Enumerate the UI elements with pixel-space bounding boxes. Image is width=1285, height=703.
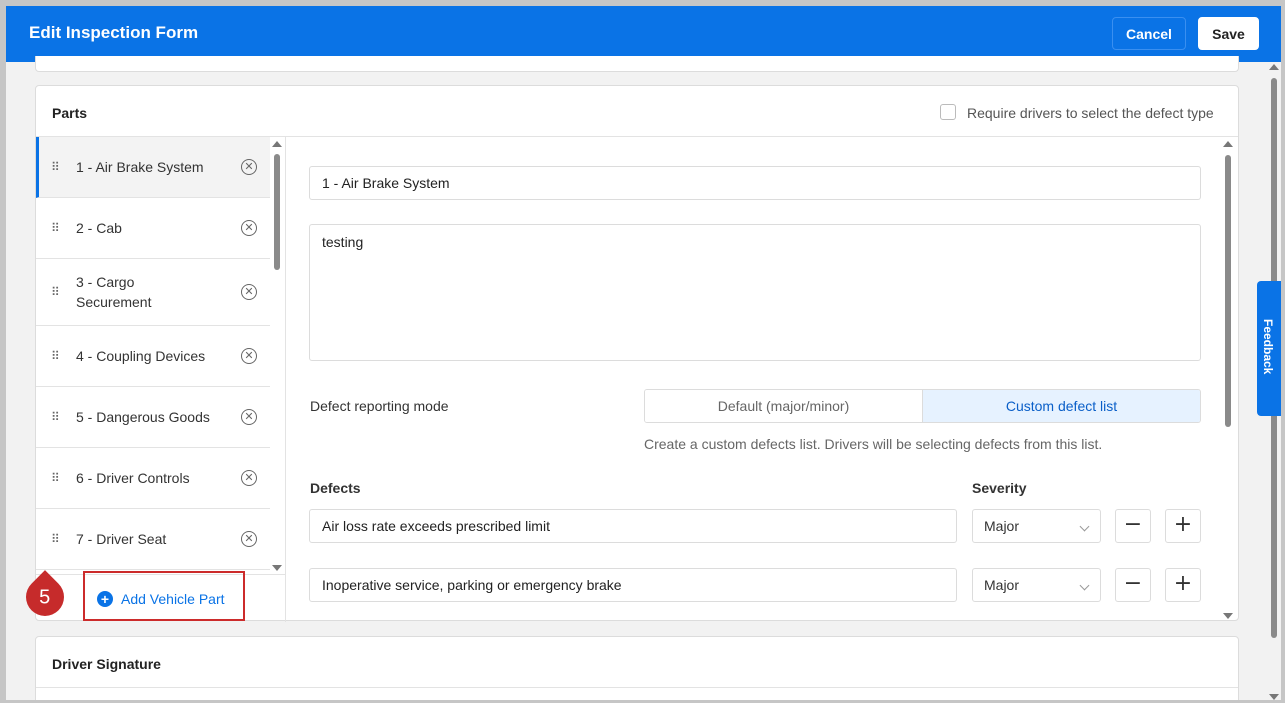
feedback-tab[interactable]: Feedback xyxy=(1257,281,1281,416)
part-item-6[interactable]: ⠿ 6 - Driver Controls ✕ xyxy=(36,448,270,509)
add-defect-button[interactable]: + xyxy=(1165,509,1201,543)
drag-handle-icon[interactable]: ⠿ xyxy=(51,410,61,424)
drag-handle-icon[interactable]: ⠿ xyxy=(51,471,61,485)
severity-select[interactable]: Major xyxy=(972,568,1101,602)
defect-text-input[interactable] xyxy=(309,568,957,602)
remove-circle-icon[interactable]: ✕ xyxy=(241,531,257,547)
save-button[interactable]: Save xyxy=(1198,17,1259,50)
defect-mode-toggle: Default (major/minor) Custom defect list xyxy=(644,389,1201,423)
defect-mode-label: Defect reporting mode xyxy=(310,398,449,414)
defect-text-input[interactable] xyxy=(309,509,957,543)
part-item-5[interactable]: ⠿ 5 - Dangerous Goods ✕ xyxy=(36,387,270,448)
annotation-highlight-box xyxy=(83,571,245,621)
add-defect-button[interactable]: + xyxy=(1165,568,1201,602)
driver-signature-card: Driver Signature xyxy=(35,636,1239,700)
part-name-input[interactable] xyxy=(309,166,1201,200)
drag-handle-icon[interactable]: ⠿ xyxy=(51,160,61,174)
scroll-down-icon[interactable] xyxy=(1223,613,1233,619)
parts-list-scrollbar[interactable] xyxy=(272,141,282,571)
part-item-label: 2 - Cab xyxy=(76,220,122,236)
drag-handle-icon[interactable]: ⠿ xyxy=(51,532,61,546)
part-item-7[interactable]: ⠿ 7 - Driver Seat ✕ xyxy=(36,509,270,570)
divider xyxy=(36,687,1238,688)
part-detail-pane: Defect reporting mode Default (major/min… xyxy=(287,137,1238,622)
scroll-up-icon[interactable] xyxy=(1269,64,1279,70)
chevron-down-icon xyxy=(1079,580,1090,591)
header-bar: Edit Inspection Form Cancel Save xyxy=(6,6,1281,62)
part-item-3[interactable]: ⠿ 3 - Cargo Securement ✕ xyxy=(36,259,270,326)
remove-defect-button[interactable]: − xyxy=(1115,568,1151,602)
chevron-down-icon xyxy=(1079,521,1090,532)
remove-circle-icon[interactable]: ✕ xyxy=(241,159,257,175)
drag-handle-icon[interactable]: ⠿ xyxy=(51,285,61,299)
part-item-label: 3 - Cargo Securement xyxy=(76,274,152,310)
parts-list-pane: ⠿ 1 - Air Brake System ✕ ⠿ 2 - Cab ✕ ⠿ 3… xyxy=(36,137,286,622)
remove-circle-icon[interactable]: ✕ xyxy=(241,409,257,425)
remove-circle-icon[interactable]: ✕ xyxy=(241,220,257,236)
severity-header: Severity xyxy=(972,480,1027,496)
defects-header: Defects xyxy=(310,480,361,496)
scroll-down-icon[interactable] xyxy=(272,565,282,571)
scrollbar-thumb[interactable] xyxy=(1225,155,1231,427)
defect-row: Major − + xyxy=(309,509,1201,543)
scroll-up-icon[interactable] xyxy=(272,141,282,147)
cancel-button[interactable]: Cancel xyxy=(1112,17,1186,50)
defect-mode-hint: Create a custom defects list. Drivers wi… xyxy=(644,436,1103,452)
scroll-down-icon[interactable] xyxy=(1269,694,1279,700)
severity-value: Major xyxy=(984,518,1020,534)
remove-defect-button[interactable]: − xyxy=(1115,509,1151,543)
part-item-label: 5 - Dangerous Goods xyxy=(76,409,210,425)
part-item-1[interactable]: ⠿ 1 - Air Brake System ✕ xyxy=(36,137,270,198)
require-defect-type-label[interactable]: Require drivers to select the defect typ… xyxy=(967,105,1214,121)
part-item-label: 7 - Driver Seat xyxy=(76,531,167,547)
part-description-input[interactable] xyxy=(309,224,1201,361)
page-title: Edit Inspection Form xyxy=(29,23,199,42)
feedback-label: Feedback xyxy=(1261,319,1275,375)
part-item-2[interactable]: ⠿ 2 - Cab ✕ xyxy=(36,198,270,259)
mode-custom-option[interactable]: Custom defect list xyxy=(922,390,1200,422)
part-item-label: 6 - Driver Controls xyxy=(76,470,190,486)
detail-scrollbar[interactable] xyxy=(1223,141,1233,619)
parts-section-title: Parts xyxy=(52,105,88,121)
scroll-up-icon[interactable] xyxy=(1223,141,1233,147)
drag-handle-icon[interactable]: ⠿ xyxy=(51,221,61,235)
remove-circle-icon[interactable]: ✕ xyxy=(241,348,257,364)
driver-signature-title: Driver Signature xyxy=(52,656,161,672)
defect-row: Major − + xyxy=(309,568,1201,602)
step-number: 5 xyxy=(39,586,51,608)
part-item-label: 4 - Coupling Devices xyxy=(76,348,206,364)
remove-circle-icon[interactable]: ✕ xyxy=(241,470,257,486)
part-item-4[interactable]: ⠿ 4 - Coupling Devices ✕ xyxy=(36,326,270,387)
severity-select[interactable]: Major xyxy=(972,509,1101,543)
scrollbar-thumb[interactable] xyxy=(274,154,280,270)
app-window: Edit Inspection Form Cancel Save Parts R… xyxy=(6,6,1281,700)
drag-handle-icon[interactable]: ⠿ xyxy=(51,349,61,363)
severity-value: Major xyxy=(984,577,1020,593)
mode-default-option[interactable]: Default (major/minor) xyxy=(645,390,922,422)
part-item-label: 1 - Air Brake System xyxy=(76,159,204,175)
previous-section-card xyxy=(35,56,1239,72)
parts-card: Parts Require drivers to select the defe… xyxy=(35,85,1239,622)
parts-list: ⠿ 1 - Air Brake System ✕ ⠿ 2 - Cab ✕ ⠿ 3… xyxy=(36,137,270,574)
require-defect-type-checkbox[interactable] xyxy=(940,104,956,120)
remove-circle-icon[interactable]: ✕ xyxy=(241,284,257,300)
